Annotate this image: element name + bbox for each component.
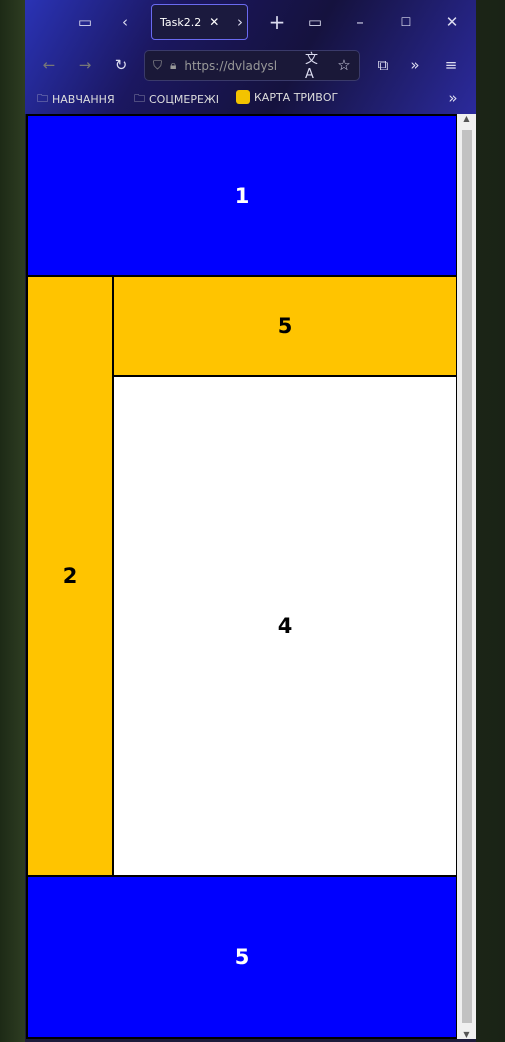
tab-manager-icon[interactable]: ▭ — [75, 12, 95, 32]
scrollbar-thumb[interactable] — [462, 130, 472, 1023]
browser-window: ▭ ‹ Task2.2 ✕ › + ▭ – ☐ ✕ ← → ↻ ⛉ 🔒︎ http… — [25, 0, 476, 1042]
tab-title: Task2.2 — [160, 15, 202, 29]
shield-icon: ⛉ — [153, 58, 163, 72]
browser-chrome: ▭ ‹ Task2.2 ✕ › + ▭ – ☐ ✕ ← → ↻ ⛉ 🔒︎ http… — [25, 0, 476, 114]
scroll-down-icon[interactable]: ▼ — [457, 1030, 476, 1039]
window-icon[interactable]: ▭ — [305, 12, 325, 32]
bookmarks-overflow-icon[interactable]: » — [443, 88, 463, 108]
close-tab-icon[interactable]: ✕ — [209, 15, 219, 29]
url-text: https://dvladysl — [184, 58, 278, 73]
sidebar-block: 2 — [26, 275, 114, 877]
bookmark-navchannia[interactable]: 🗀 НАВЧАННЯ — [37, 90, 115, 109]
scroll-up-icon[interactable]: ▲ — [457, 114, 476, 123]
minimize-icon[interactable]: – — [350, 12, 370, 32]
extensions-icon[interactable]: ⧉ — [373, 55, 393, 75]
header-block: 1 — [26, 114, 458, 277]
back-icon[interactable]: ← — [39, 55, 59, 75]
folder-icon: 🗀 — [37, 92, 48, 105]
close-window-icon[interactable]: ✕ — [442, 12, 462, 32]
bookmark-sotsmerezhi[interactable]: 🗀 СОЦМЕРЕЖІ — [134, 90, 219, 109]
overflow-icon[interactable]: » — [405, 55, 425, 75]
bookmark-label: КАРТА ТРИВОГ — [254, 90, 339, 104]
tab-scroll-right-icon[interactable]: › — [232, 12, 248, 32]
footer-block: 5 — [26, 875, 458, 1039]
forward-icon[interactable]: → — [75, 55, 95, 75]
folder-icon: 🗀 — [134, 92, 145, 105]
translate-icon[interactable]: 文A — [305, 52, 325, 82]
lock-icon: 🔒︎ — [170, 58, 177, 72]
alert-map-icon — [236, 90, 250, 104]
scrollbar[interactable]: ▲ ▼ — [457, 114, 476, 1039]
bookmark-star-icon[interactable]: ☆ — [334, 55, 354, 75]
maximize-icon[interactable]: ☐ — [396, 12, 416, 32]
bookmark-label: НАВЧАННЯ — [52, 93, 115, 106]
menu-icon[interactable]: ≡ — [441, 55, 461, 75]
tab-scroll-left-icon[interactable]: ‹ — [117, 12, 133, 32]
page-content: 1 2 5 4 5 — [26, 114, 458, 1039]
reload-icon[interactable]: ↻ — [111, 55, 131, 75]
bookmark-karta-tryvog[interactable]: КАРТА ТРИВОГ — [236, 90, 338, 104]
new-tab-icon[interactable]: + — [267, 10, 287, 34]
bookmark-label: СОЦМЕРЕЖІ — [149, 93, 219, 106]
main-block: 4 — [112, 375, 458, 877]
top-bar-block: 5 — [112, 275, 458, 377]
url-bar[interactable]: ⛉ 🔒︎ https://dvladysl — [144, 50, 360, 81]
